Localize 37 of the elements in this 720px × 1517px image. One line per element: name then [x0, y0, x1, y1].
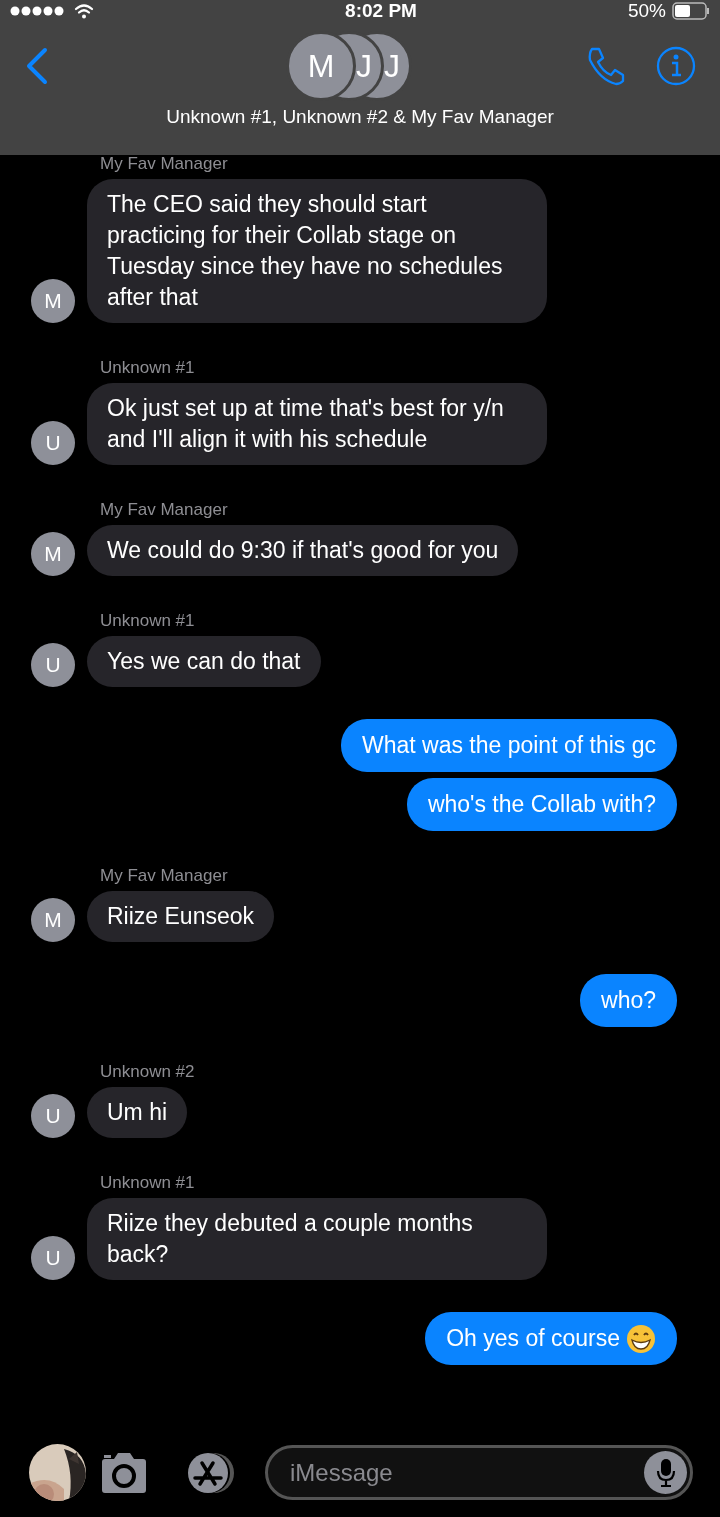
status-time: 8:02 PM — [345, 0, 417, 23]
avatar: M — [31, 898, 75, 942]
sender-name: My Fav Manager — [99, 155, 229, 173]
sent-message-bubble: Oh yes of course — [425, 1312, 677, 1365]
avatar: U — [31, 421, 75, 465]
received-message-bubble: Yes we can do that — [87, 636, 321, 687]
battery-percent: 50% — [627, 0, 666, 23]
avatar: M — [286, 31, 356, 101]
received-message-bubble: Um hi — [87, 1087, 188, 1138]
sender-name: My Fav Manager — [99, 867, 229, 885]
sent-message-bubble: who? — [580, 974, 677, 1027]
sender-name: Unknown #2 — [99, 1063, 196, 1081]
microphone-icon — [655, 1457, 676, 1488]
received-message-bubble: Riize they debuted a couple months back? — [87, 1198, 547, 1280]
phone-icon[interactable] — [586, 46, 626, 86]
avatar: U — [31, 643, 75, 687]
camera-icon[interactable] — [100, 1451, 148, 1494]
sender-name: Unknown #1 — [99, 1174, 196, 1192]
conversation-title: Unknown #1, Unknown #2 & My Fav Manager — [165, 105, 555, 129]
avatar: M — [31, 532, 75, 576]
back-chevron-icon — [24, 47, 48, 85]
battery-icon — [672, 2, 710, 20]
received-message-bubble: The CEO said they should start practicing for their Collab stage on Tuesday since they have no schedules after that — [87, 179, 547, 323]
received-message-bubble: We could do 9:30 if that's good for you — [87, 525, 519, 576]
sender-name: Unknown #1 — [99, 612, 196, 630]
sender-name: Unknown #1 — [99, 359, 196, 377]
wifi-icon — [74, 3, 94, 19]
received-message-bubble: Riize Eunseok — [87, 891, 275, 942]
sender-name: My Fav Manager — [99, 501, 229, 519]
sent-message-bubble: who's the Collab with? — [406, 778, 677, 831]
info-icon[interactable] — [656, 46, 696, 86]
message-input-field[interactable]: iMessage — [265, 1445, 693, 1500]
avatar: U — [31, 1236, 75, 1280]
sent-message-bubble: What was the point of this gc — [340, 719, 677, 772]
avatar: U — [31, 1094, 75, 1138]
avatar: M — [31, 279, 75, 323]
received-message-bubble: Ok just set up at time that's best for y/n and I'll align it with his schedule — [87, 383, 547, 465]
